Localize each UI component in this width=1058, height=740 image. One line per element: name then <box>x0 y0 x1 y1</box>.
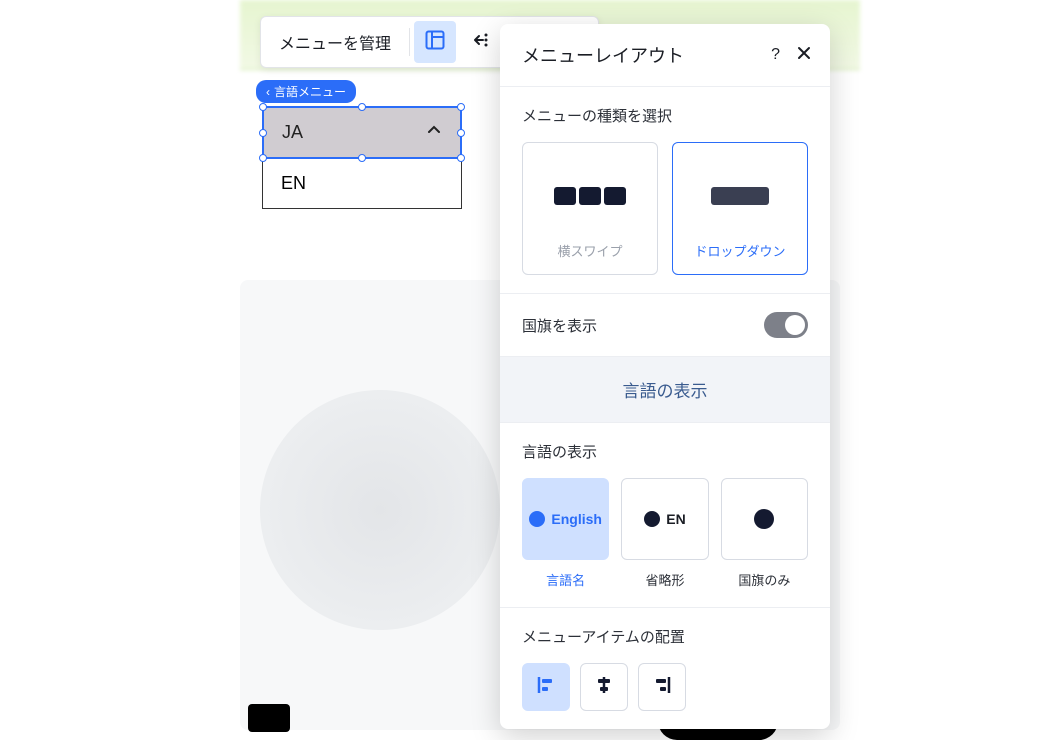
dropdown-list: EN <box>262 159 462 209</box>
display-short-text: EN <box>666 511 685 527</box>
menu-layout-panel: メニューレイアウト ? メニューの種類を選択 横スワイプ <box>500 24 830 729</box>
language-display-accordion[interactable]: 言語の表示 <box>500 356 830 423</box>
show-flag-toggle[interactable] <box>764 312 808 338</box>
display-label-flag: 国旗のみ <box>721 570 808 589</box>
show-flag-label: 国旗を表示 <box>522 315 597 336</box>
resize-handle[interactable] <box>358 103 366 111</box>
help-icon: ? <box>771 46 780 63</box>
align-left-icon <box>535 674 557 701</box>
accordion-title: 言語の表示 <box>623 382 708 401</box>
dropdown-selected-value: JA <box>282 122 303 143</box>
dropdown-item[interactable]: EN <box>263 159 461 208</box>
language-display-section: 言語の表示 English EN 言語名 省略形 国旗のみ <box>500 423 830 607</box>
show-flag-row: 国旗を表示 <box>500 293 830 356</box>
panel-title: メニューレイアウト <box>522 42 684 68</box>
menu-type-dropdown-label: ドロップダウン <box>694 241 785 260</box>
help-button[interactable]: ? <box>771 46 780 64</box>
element-badge-label: 言語メニュー <box>274 83 346 100</box>
flag-dot-icon <box>754 509 774 529</box>
manage-menu-button[interactable]: メニューを管理 <box>265 21 405 63</box>
display-label-short: 省略形 <box>621 570 708 589</box>
background-circle <box>260 390 500 630</box>
manage-menu-label: メニューを管理 <box>279 30 391 54</box>
menu-type-horizontal[interactable]: 横スワイプ <box>522 142 658 275</box>
close-icon <box>796 48 812 65</box>
resize-handle[interactable] <box>358 154 366 162</box>
dropdown-item-label: EN <box>281 173 306 193</box>
menu-type-dropdown[interactable]: ドロップダウン <box>672 142 808 275</box>
chevron-left-icon: ‹ <box>266 85 270 99</box>
display-fullname-text: English <box>551 511 602 527</box>
toggle-knob <box>785 315 805 335</box>
design-icon <box>471 30 491 55</box>
selected-language-menu[interactable]: ‹ 言語メニュー JA EN <box>262 106 462 209</box>
toolbar-separator <box>409 28 410 56</box>
alignment-title: メニューアイテムの配置 <box>522 626 808 647</box>
menu-type-title: メニューの種類を選択 <box>522 105 808 126</box>
align-right-icon <box>651 674 673 701</box>
dropdown-selected-row[interactable]: JA <box>264 108 460 157</box>
resize-handle[interactable] <box>259 129 267 137</box>
resize-handle[interactable] <box>259 103 267 111</box>
align-left-button[interactable] <box>522 663 570 711</box>
flag-dot-icon <box>529 511 545 527</box>
alignment-section: メニューアイテムの配置 <box>500 607 830 729</box>
align-center-icon <box>593 674 615 701</box>
horizontal-preview-icon <box>554 175 626 217</box>
close-button[interactable] <box>796 45 812 66</box>
chevron-up-icon <box>426 122 442 143</box>
align-right-button[interactable] <box>638 663 686 711</box>
element-badge[interactable]: ‹ 言語メニュー <box>256 80 356 103</box>
align-center-button[interactable] <box>580 663 628 711</box>
dropdown-preview-icon <box>711 175 769 217</box>
design-button[interactable] <box>460 21 502 63</box>
display-label-fullname: 言語名 <box>522 570 609 589</box>
resize-handle[interactable] <box>259 154 267 162</box>
display-option-fullname[interactable]: English <box>522 478 609 560</box>
resize-handle[interactable] <box>457 103 465 111</box>
menu-type-section: メニューの種類を選択 横スワイプ ドロップダウン <box>500 87 830 293</box>
language-display-title: 言語の表示 <box>522 441 808 462</box>
resize-handle[interactable] <box>457 154 465 162</box>
display-option-flag-only[interactable] <box>721 478 808 560</box>
layout-icon <box>425 30 445 55</box>
display-option-short[interactable]: EN <box>621 478 708 560</box>
selection-frame[interactable]: JA <box>262 106 462 159</box>
menu-type-horizontal-label: 横スワイプ <box>557 241 622 260</box>
panel-header: メニューレイアウト ? <box>500 24 830 87</box>
decorative-black-box <box>248 704 290 732</box>
layout-button[interactable] <box>414 21 456 63</box>
flag-dot-icon <box>644 511 660 527</box>
resize-handle[interactable] <box>457 129 465 137</box>
